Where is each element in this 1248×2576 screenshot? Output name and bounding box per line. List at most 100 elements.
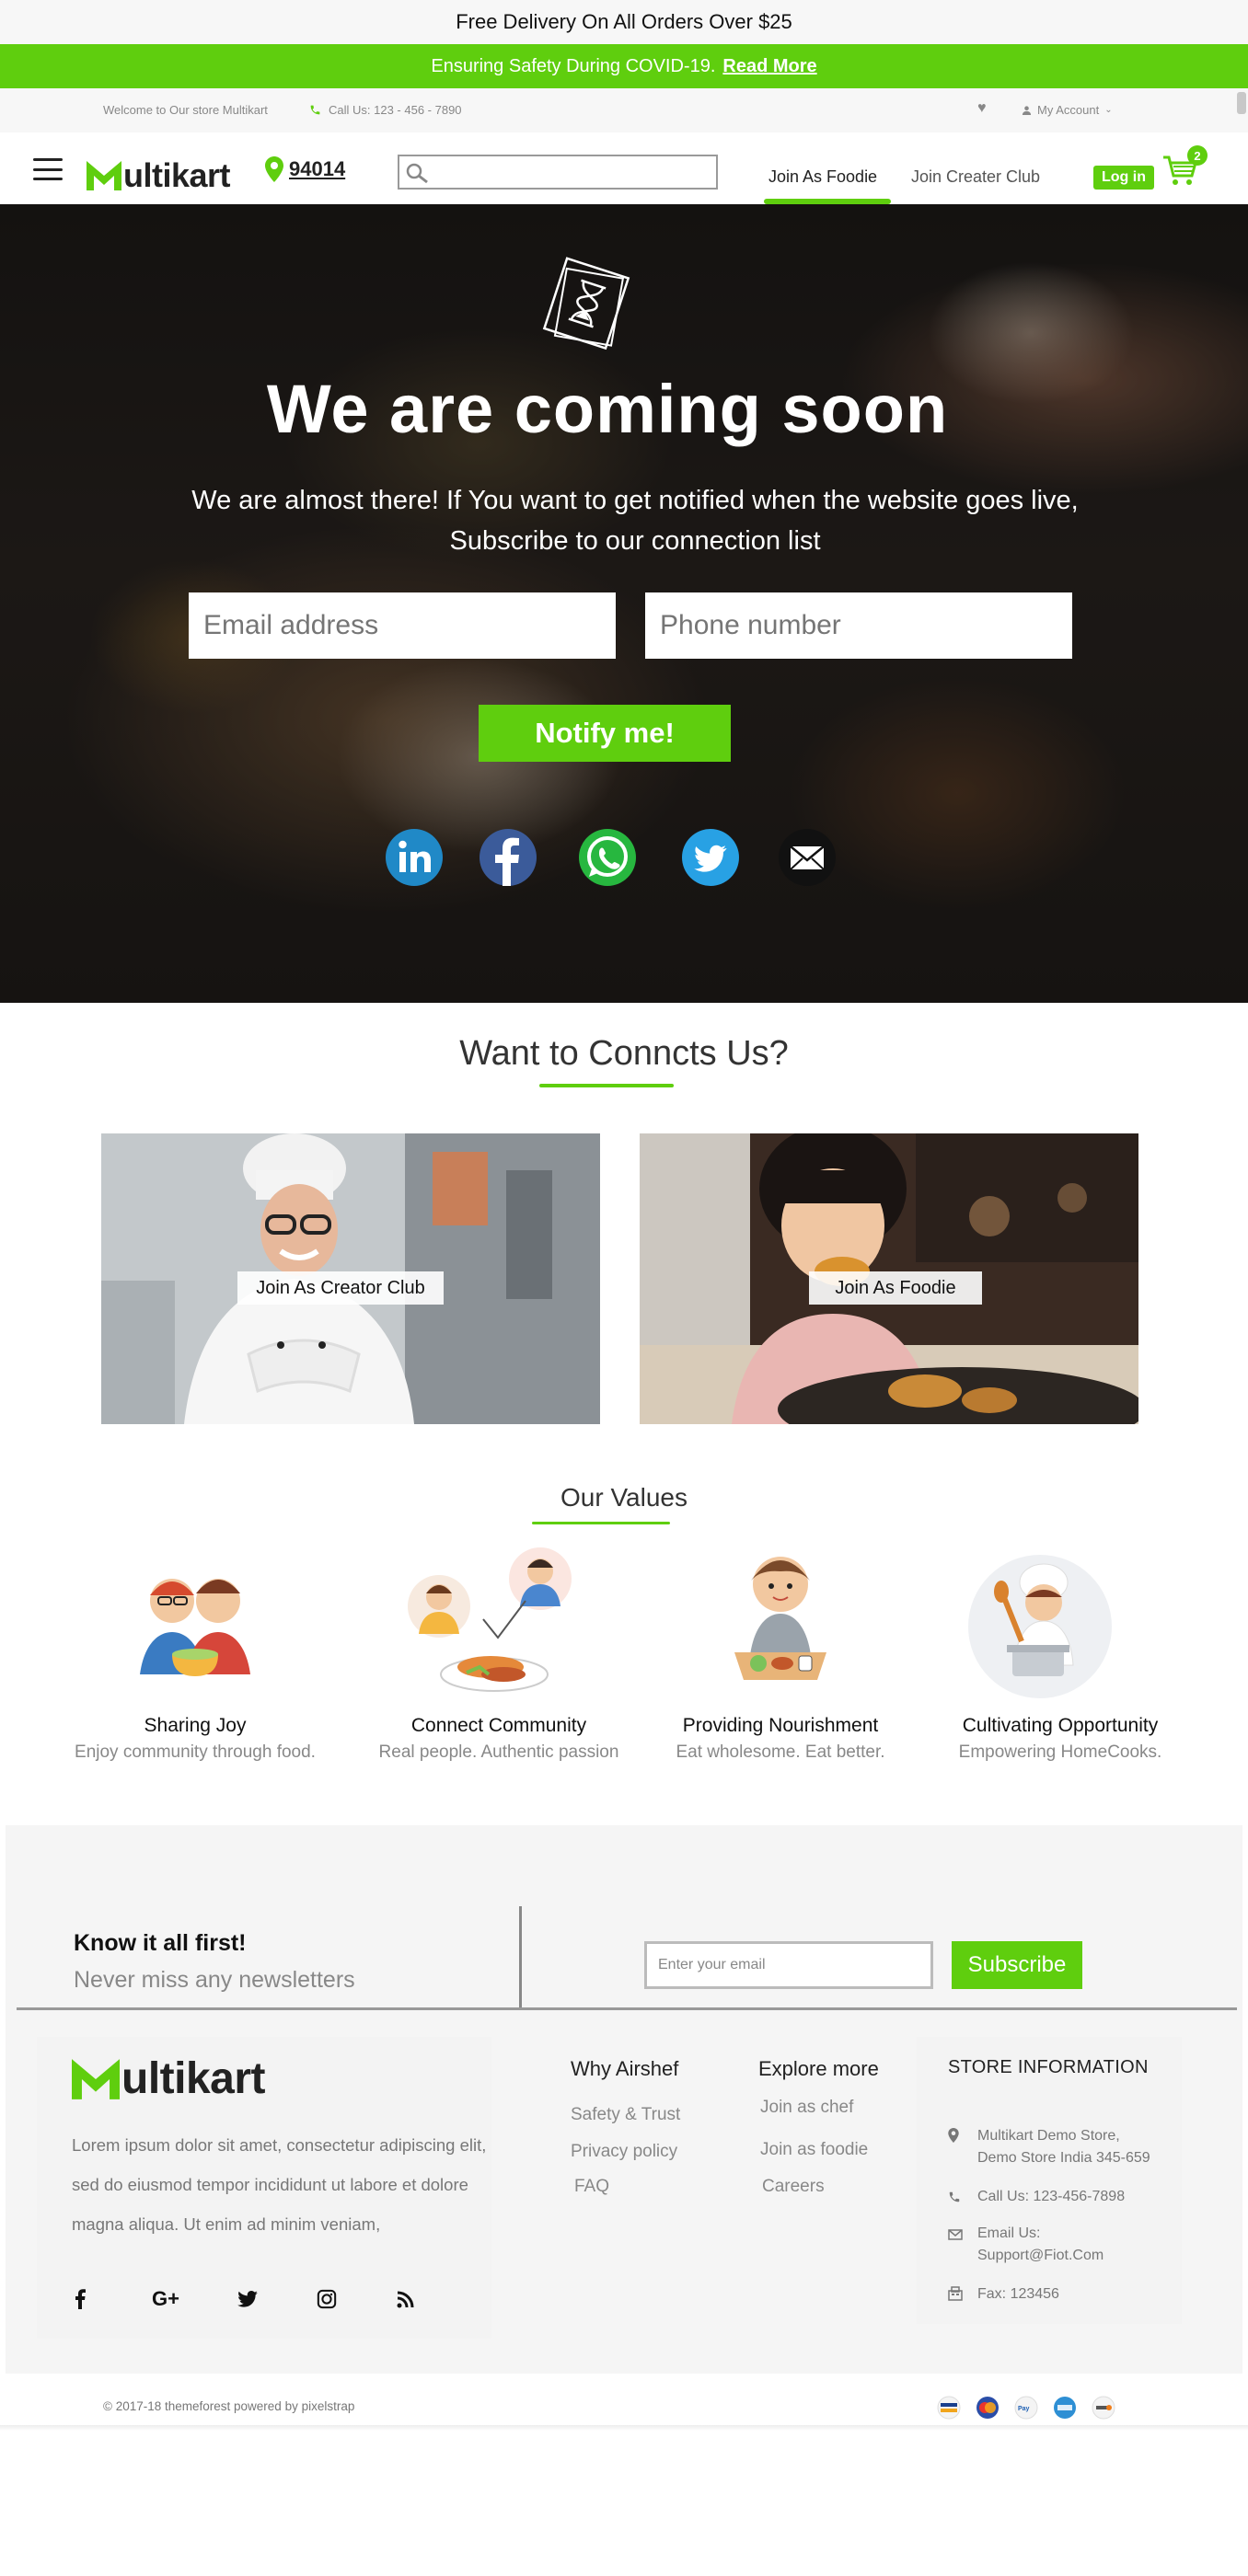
creator-club-label[interactable]: Join As Creator Club bbox=[237, 1271, 444, 1305]
copyright-text: © 2017-18 themeforest powered by pixelst… bbox=[103, 2399, 355, 2413]
logo-text: ultikart bbox=[123, 156, 231, 194]
footer-link-privacy[interactable]: Privacy policy bbox=[571, 2142, 677, 2162]
phone-info: Call Us: 123 - 456 - 7890 bbox=[309, 103, 462, 117]
footer-logo[interactable]: ultikart bbox=[72, 2053, 266, 2104]
location-selector[interactable]: 94014 bbox=[265, 156, 345, 182]
value-title: Cultivating Opportunity bbox=[962, 1715, 1159, 1736]
mastercard-icon bbox=[976, 2397, 999, 2419]
covid-safety-bar: Ensuring Safety During COVID-19. Read Mo… bbox=[0, 44, 1248, 88]
site-logo[interactable]: ultikart bbox=[87, 156, 231, 195]
store-email: Email Us: Support@Fiot.Com bbox=[948, 2223, 1104, 2267]
google-plus-icon[interactable]: G+ bbox=[147, 2285, 184, 2313]
store-email-label: Email Us: bbox=[977, 2225, 1041, 2241]
foodie-label[interactable]: Join As Foodie bbox=[809, 1271, 982, 1305]
store-fax: Fax: 123456 bbox=[948, 2283, 1059, 2308]
value-title: Connect Community bbox=[410, 1715, 587, 1736]
whatsapp-icon[interactable] bbox=[578, 828, 637, 887]
hero-title: We are coming soon bbox=[266, 371, 949, 447]
newsletter-divider bbox=[519, 1906, 522, 2009]
value-subtitle: Enjoy community through food. bbox=[75, 1742, 316, 1762]
connect-section-title: Want to Conncts Us? bbox=[459, 1034, 789, 1073]
scrollbar-thumb[interactable] bbox=[1237, 92, 1246, 114]
instagram-icon[interactable] bbox=[313, 2285, 341, 2313]
phone-field[interactable] bbox=[645, 592, 1072, 659]
main-header: ultikart 94014 Join As Foodie Join Creat… bbox=[0, 132, 1248, 204]
value-title: Sharing Joy bbox=[144, 1715, 247, 1736]
discover-icon bbox=[1092, 2396, 1115, 2420]
footer-link-safety[interactable]: Safety & Trust bbox=[571, 2105, 680, 2125]
visa-icon bbox=[937, 2396, 961, 2420]
store-address: Multikart Demo Store, Demo Store India 34… bbox=[948, 2125, 1150, 2169]
free-delivery-banner: Free Delivery On All Orders Over $25 bbox=[0, 0, 1248, 44]
coming-soon-hero: We are coming soon We are almost there! … bbox=[0, 204, 1248, 1003]
footer-divider bbox=[17, 2007, 1237, 2010]
wishlist-heart-icon[interactable]: ♥ bbox=[977, 100, 987, 117]
email-field[interactable] bbox=[189, 592, 616, 659]
footer-link-join-chef[interactable]: Join as chef bbox=[760, 2098, 853, 2118]
store-address-line1: Multikart Demo Store, bbox=[977, 2128, 1120, 2144]
user-icon bbox=[1022, 105, 1032, 115]
value-title: Providing Nourishment bbox=[682, 1715, 879, 1736]
linkedin-icon[interactable] bbox=[385, 828, 444, 887]
values-title-underline bbox=[532, 1522, 670, 1524]
twitter-icon[interactable] bbox=[681, 828, 740, 887]
values-section-title: Our Values bbox=[560, 1483, 688, 1512]
phone-icon bbox=[949, 2191, 960, 2202]
hero-subtitle-line1: We are almost there! If You want to get … bbox=[191, 486, 1079, 515]
search-input[interactable] bbox=[436, 160, 712, 184]
phone-icon bbox=[310, 105, 320, 115]
nav-join-as-foodie[interactable]: Join As Foodie bbox=[768, 167, 877, 187]
value-subtitle: Empowering HomeCooks. bbox=[958, 1742, 1162, 1762]
footer-link-careers[interactable]: Careers bbox=[762, 2177, 825, 2197]
foodie-card[interactable]: Join As Foodie bbox=[640, 1133, 1138, 1424]
amex-icon bbox=[1054, 2397, 1076, 2419]
covid-text: Ensuring Safety During COVID-19. bbox=[431, 55, 716, 76]
store-info-panel bbox=[917, 2037, 1182, 2324]
search-icon bbox=[406, 163, 428, 184]
facebook-icon[interactable] bbox=[66, 2285, 94, 2313]
envelope-icon bbox=[948, 2229, 963, 2240]
twitter-icon[interactable] bbox=[234, 2285, 261, 2313]
hamburger-menu-icon[interactable] bbox=[33, 158, 63, 180]
rss-icon[interactable] bbox=[392, 2285, 420, 2313]
phone-text: Call Us: 123 - 456 - 7890 bbox=[329, 103, 462, 117]
why-airshef-heading: Why Airshef bbox=[571, 2057, 679, 2080]
store-info-heading: STORE INFORMATION bbox=[948, 2057, 1149, 2077]
my-account-label: My Account bbox=[1037, 103, 1100, 117]
login-button[interactable]: Log in bbox=[1093, 166, 1154, 190]
chevron-down-icon: ⌄ bbox=[1104, 105, 1113, 115]
footer-link-join-foodie[interactable]: Join as foodie bbox=[760, 2140, 868, 2160]
notify-me-button[interactable]: Notify me! bbox=[479, 705, 731, 762]
pincode-text: 94014 bbox=[289, 157, 346, 180]
connect-community-illustration bbox=[408, 1547, 572, 1692]
my-account-menu[interactable]: My Account ⌄ bbox=[1022, 103, 1113, 117]
store-phone: Call Us: 123-456-7898 bbox=[948, 2186, 1125, 2211]
footer-link-faq[interactable]: FAQ bbox=[574, 2177, 609, 2197]
page-bottom-shadow bbox=[0, 2425, 1248, 2431]
hourglass-icon bbox=[542, 257, 630, 351]
hero-subtitle-line2: Subscribe to our connection list bbox=[449, 526, 821, 556]
logo-m-mark bbox=[72, 2058, 120, 2099]
store-address-line2: Demo Store India 345-659 bbox=[977, 2150, 1150, 2166]
subscribe-button[interactable]: Subscribe bbox=[952, 1941, 1082, 1989]
nourishment-illustration bbox=[734, 1557, 826, 1680]
creator-club-card[interactable]: Join As Creator Club bbox=[101, 1133, 600, 1424]
footer-logo-text: ultikart bbox=[121, 2054, 266, 2103]
value-subtitle: Eat wholesome. Eat better. bbox=[676, 1742, 885, 1762]
newsletter-email-input[interactable]: Enter your email bbox=[644, 1941, 933, 1989]
hero-subtitle: We are almost there! If You want to get … bbox=[0, 480, 1248, 561]
explore-more-heading: Explore more bbox=[758, 2057, 879, 2080]
store-phone-text: Call Us: 123-456-7898 bbox=[977, 2189, 1126, 2204]
map-pin-icon bbox=[265, 156, 283, 182]
welcome-text: Welcome to Our store Multikart bbox=[103, 103, 268, 117]
search-box[interactable] bbox=[398, 155, 718, 190]
cultivating-opportunity-illustration bbox=[968, 1555, 1112, 1698]
store-email-address[interactable]: Support@Fiot.Com bbox=[977, 2245, 1104, 2267]
logo-m-mark bbox=[87, 161, 121, 190]
value-subtitle: Real people. Authentic passion bbox=[378, 1742, 619, 1762]
newsletter-subtitle: Never miss any newsletters bbox=[74, 1967, 355, 1993]
facebook-icon[interactable] bbox=[479, 828, 537, 887]
read-more-link[interactable]: Read More bbox=[722, 56, 816, 77]
nav-join-creater-club[interactable]: Join Creater Club bbox=[911, 167, 1040, 187]
email-icon[interactable] bbox=[778, 828, 837, 887]
